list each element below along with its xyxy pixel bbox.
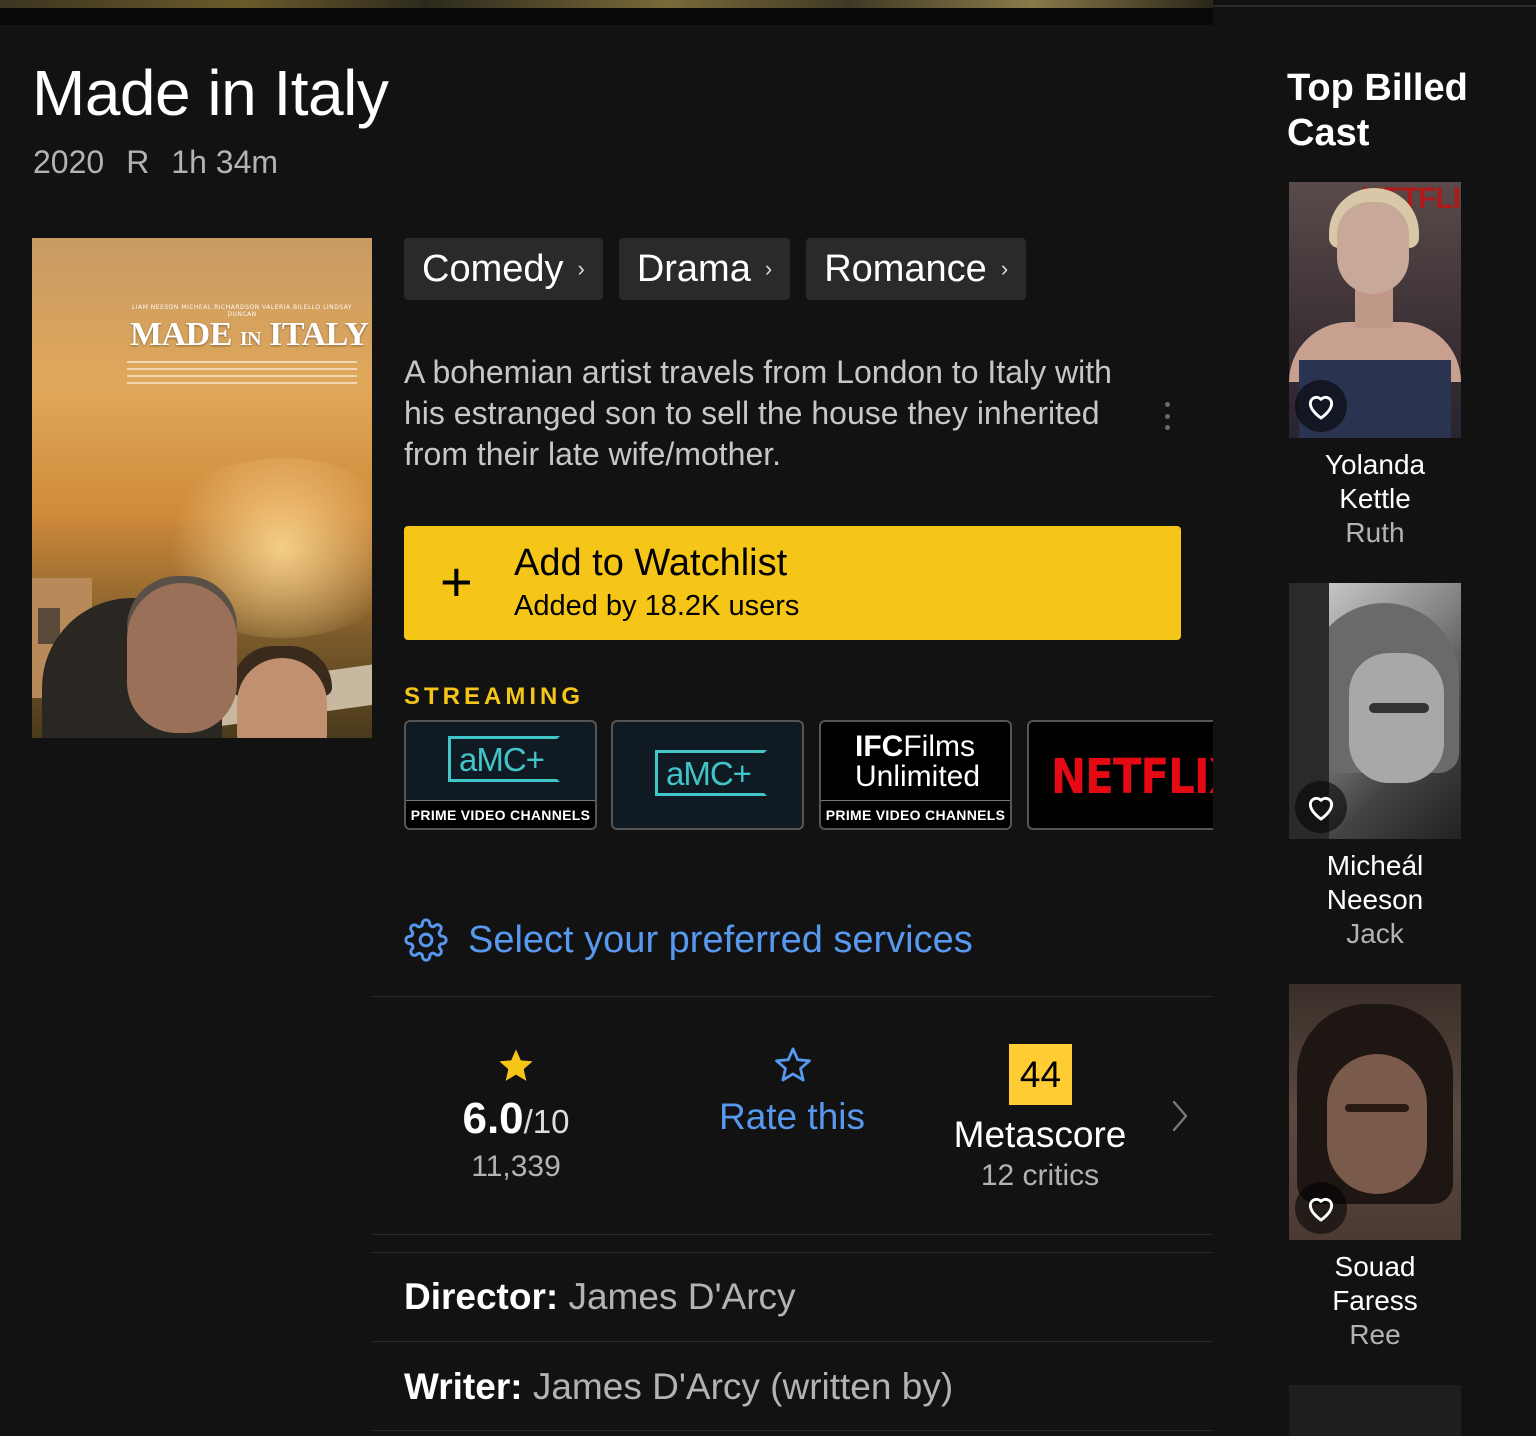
gear-icon xyxy=(404,918,448,962)
cast-member-card[interactable]: NETFLI Yolanda Kettle Ruth xyxy=(1289,182,1461,550)
actor-name[interactable]: Souad Faress xyxy=(1289,1250,1461,1318)
divider xyxy=(372,1430,1213,1431)
select-preferred-services-label: Select your preferred services xyxy=(468,918,973,961)
amc-plus-logo: aMC+ xyxy=(448,736,560,782)
streaming-services: aMC+ PRIME VIDEO CHANNELS aMC+ IFCFilms U… xyxy=(404,720,1213,830)
runtime: 1h 34m xyxy=(171,144,279,180)
imdb-rating[interactable]: 6.0/10 xyxy=(400,1094,632,1144)
streaming-heading: STREAMING xyxy=(404,683,584,710)
character-name: Jack xyxy=(1346,918,1404,949)
stream-amc-plus[interactable]: aMC+ xyxy=(611,720,804,830)
prime-video-channels-caption: PRIME VIDEO CHANNELS xyxy=(406,800,595,828)
plus-icon: + xyxy=(440,550,473,613)
director-credit[interactable]: Director: James D'Arcy xyxy=(404,1276,796,1318)
heart-icon[interactable] xyxy=(1295,380,1347,432)
rating-count: 11,339 xyxy=(471,1150,561,1183)
star-outline-icon[interactable] xyxy=(772,1044,814,1086)
stream-amc-plus-prime[interactable]: aMC+ PRIME VIDEO CHANNELS xyxy=(404,720,597,830)
character-name: Ree xyxy=(1349,1319,1401,1350)
stream-ifc-films-unlimited[interactable]: IFCFilms Unlimited PRIME VIDEO CHANNELS xyxy=(819,720,1012,830)
chevron-right-icon: › xyxy=(577,256,585,281)
hero-image-strip xyxy=(0,0,1213,25)
metascore-badge[interactable]: 44 xyxy=(1009,1044,1072,1105)
critics-count: 12 critics xyxy=(980,1159,1100,1192)
divider xyxy=(372,996,1213,997)
poster-title: MADE IN ITALY xyxy=(130,316,369,353)
more-options-icon[interactable] xyxy=(1160,402,1174,430)
top-billed-cast-heading: Top Billed Cast xyxy=(1287,67,1468,154)
title-meta: 2020 R 1h 34m xyxy=(33,144,278,181)
amc-plus-logo: aMC+ xyxy=(655,750,767,796)
cast-member-card[interactable]: Souad Faress Ree xyxy=(1289,984,1461,1352)
stream-netflix[interactable]: NETFLIX xyxy=(1027,720,1213,830)
certificate[interactable]: R xyxy=(126,144,149,181)
actor-name[interactable]: Micheál Neeson xyxy=(1289,849,1461,917)
character-name: Ruth xyxy=(1345,517,1405,548)
page-title: Made in Italy xyxy=(32,57,389,129)
add-to-watchlist-button[interactable]: + Add to Watchlist Added by 18.2K users xyxy=(404,526,1181,640)
release-year[interactable]: 2020 xyxy=(33,144,104,181)
plot-summary[interactable]: A bohemian artist travels from London to… xyxy=(404,352,1134,475)
cast-photo[interactable] xyxy=(1289,984,1461,1240)
genre-chip-romance[interactable]: Romance › xyxy=(806,238,1027,300)
watchlist-count: Added by 18.2K users xyxy=(514,590,800,622)
divider xyxy=(1213,5,1536,7)
ifc-films-logo: IFCFilms Unlimited xyxy=(855,730,981,793)
writer-credit[interactable]: Writer: James D'Arcy (written by) xyxy=(404,1366,953,1408)
genre-chips: Comedy › Drama › Romance › xyxy=(404,238,1027,300)
cast-photo[interactable]: NETFLI xyxy=(1289,182,1461,438)
cast-member-card[interactable] xyxy=(1289,1385,1461,1436)
select-preferred-services-link[interactable]: Select your preferred services xyxy=(404,918,973,962)
metascore-label: Metascore xyxy=(953,1114,1127,1155)
chevron-right-icon: › xyxy=(764,256,773,281)
prime-video-channels-caption: PRIME VIDEO CHANNELS xyxy=(821,800,1010,828)
poster-image[interactable]: LIAM NEESON MICHEÁL RICHARDSON VALERIA B… xyxy=(32,238,372,738)
chevron-right-icon: › xyxy=(1000,256,1009,281)
rate-this-button[interactable]: Rate this xyxy=(680,1096,904,1138)
divider xyxy=(372,1252,1213,1253)
cast-photo[interactable] xyxy=(1289,583,1461,839)
watchlist-label: Add to Watchlist xyxy=(514,542,788,584)
netflix-logo: NETFLIX xyxy=(1051,748,1213,805)
chevron-right-icon[interactable] xyxy=(1168,1098,1192,1134)
genre-chip-comedy[interactable]: Comedy › xyxy=(404,238,603,300)
heart-icon[interactable] xyxy=(1295,1182,1347,1234)
genre-chip-drama[interactable]: Drama › xyxy=(618,238,791,300)
cast-photo[interactable] xyxy=(1289,1385,1461,1436)
divider xyxy=(372,1234,1213,1235)
star-filled-icon xyxy=(499,1049,533,1081)
divider xyxy=(372,1341,1213,1342)
actor-name[interactable]: Yolanda Kettle xyxy=(1289,448,1461,516)
cast-member-card[interactable]: Micheál Neeson Jack xyxy=(1289,583,1461,951)
heart-icon[interactable] xyxy=(1295,781,1347,833)
